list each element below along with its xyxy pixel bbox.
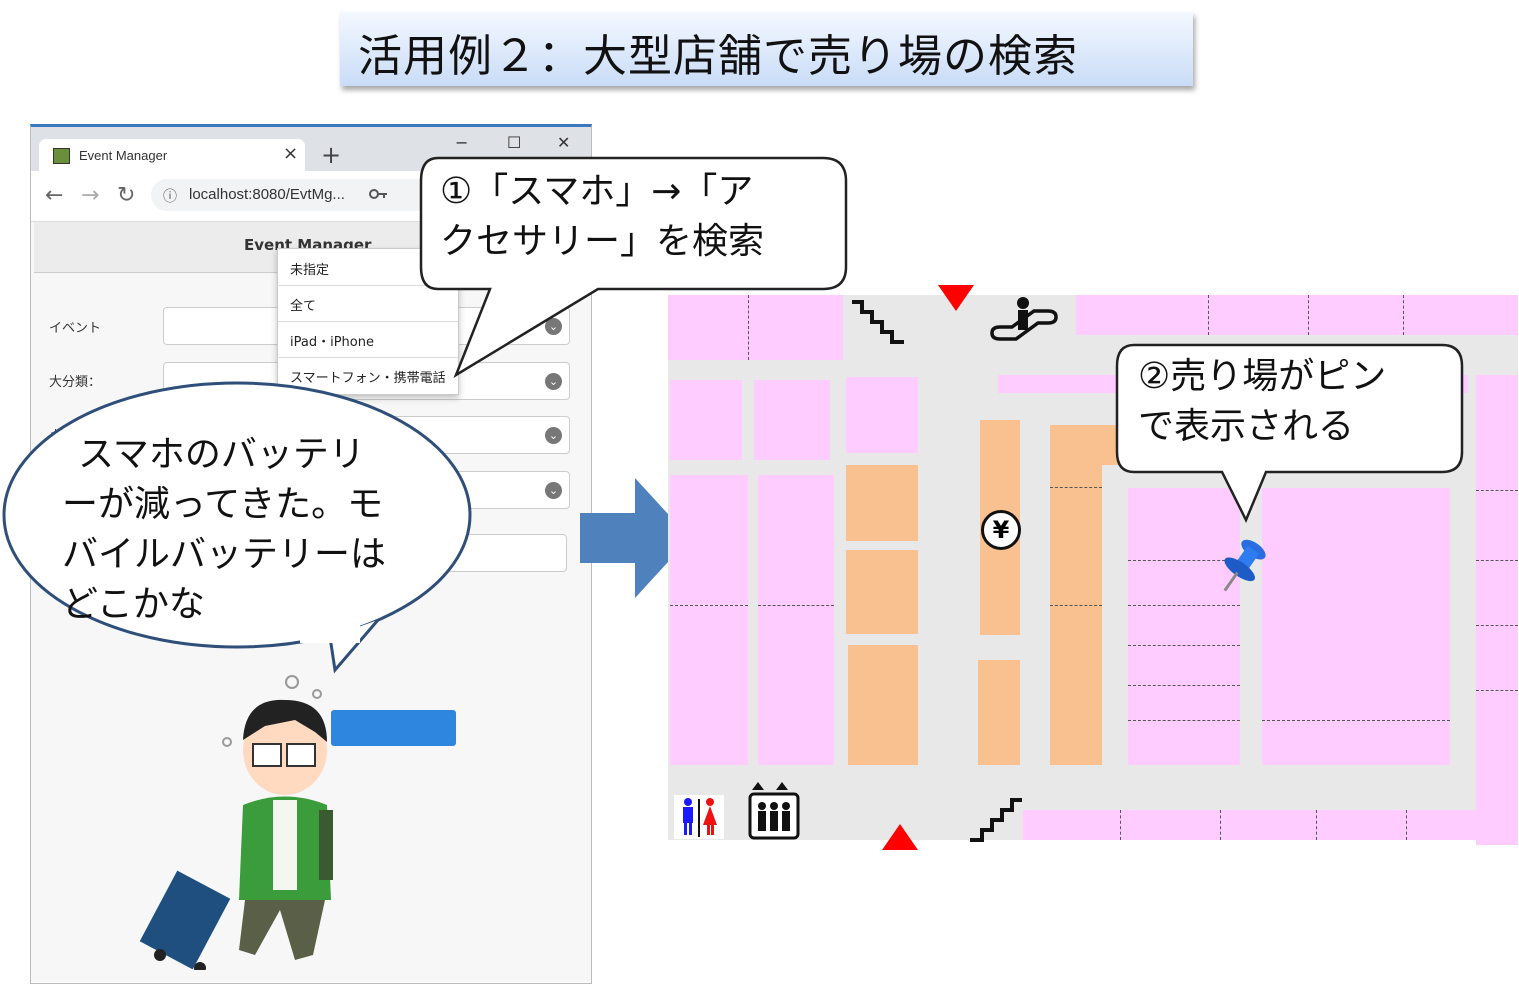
location-pin-icon [1223,539,1266,592]
key-icon[interactable] [369,187,389,201]
thought-bubble-text: スマホのバッテリ ーが減ってきた。モ バイルバッテリーは どこかな [62,430,386,630]
stairs-icon [970,798,1022,842]
atm-icon: ¥ [981,510,1021,550]
entrance-marker-icon [882,824,918,850]
entrance-marker-icon [938,285,974,311]
maximize-button[interactable]: ☐ [507,133,521,152]
event-label: イベント [49,321,102,336]
back-arrow-icon[interactable]: ← [45,183,63,208]
search-callout-line: ①「スマホ」→「ア [440,171,754,212]
search-callout-line: クセサリー」を検索 [440,221,765,262]
minimize-button[interactable]: − [455,133,468,152]
info-icon[interactable]: ⓘ [163,186,177,206]
forward-arrow-icon[interactable]: → [81,183,99,208]
browser-tab[interactable]: Event Manager × [39,139,305,173]
favicon-icon [53,148,70,164]
chevron-down-icon: ⌄ [545,482,562,499]
pin-callout-text: ②売り場がピン で表示される [1138,352,1386,452]
thought-line: バイルバッテリーは [62,534,387,575]
new-tab-button[interactable]: + [321,141,341,169]
reload-icon[interactable]: ↻ [117,183,135,208]
search-callout-text: ①「スマホ」→「ア クセサリー」を検索 [440,167,764,267]
thought-line: どこかな [62,584,205,625]
pin-callout-line: で表示される [1138,406,1355,447]
slide-title-banner: 活用例２：大型店舗で売り場の検索 [340,12,1193,86]
stairs-icon [852,300,904,344]
tab-title: Event Manager [79,148,168,163]
url-bar[interactable]: ⓘ localhost:8080/EvtMg... [151,179,431,211]
tab-close-icon[interactable]: × [283,143,298,164]
slide-title: 活用例２：大型店舗で売り場の検索 [358,31,1078,82]
thought-line: ーが減ってきた。モ [62,484,384,525]
thought-line: スマホのバッテリ [78,434,365,475]
restroom-icon [674,795,724,839]
elevator-icon [748,782,800,840]
escalator-icon [990,297,1058,341]
url-text: localhost:8080/EvtMg... [189,186,345,203]
pin-callout-line: ②売り場がピン [1138,356,1387,397]
close-window-button[interactable]: ✕ [557,133,570,152]
chevron-down-icon: ⌄ [545,427,562,444]
traveler-illustration [139,675,333,970]
